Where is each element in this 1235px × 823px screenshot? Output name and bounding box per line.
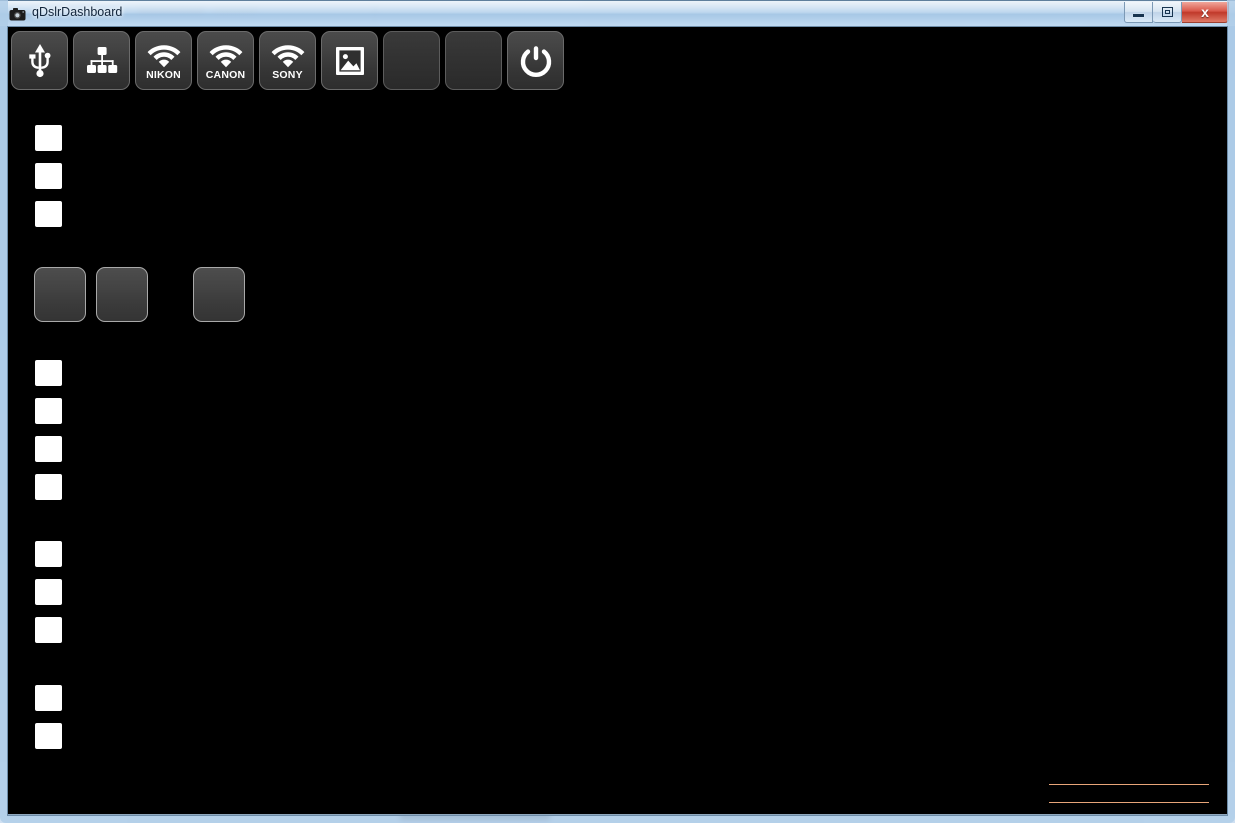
action-button-3[interactable] <box>193 267 245 322</box>
close-button[interactable]: x <box>1182 2 1229 23</box>
close-icon: x <box>1201 4 1209 20</box>
application-window: qDslrDashboard x NIKON CANON SONY <box>0 0 1235 823</box>
toolbar-empty-button-2[interactable] <box>445 31 502 90</box>
titlebar-gloss <box>0 1 1235 14</box>
minimize-button[interactable] <box>1124 2 1153 23</box>
title-bar[interactable]: qDslrDashboard x <box>0 0 1235 26</box>
restore-button[interactable] <box>1153 2 1182 23</box>
window-title: qDslrDashboard <box>32 5 123 19</box>
image-icon <box>335 46 364 75</box>
control-box[interactable] <box>35 685 62 711</box>
power-icon <box>520 45 551 77</box>
gallery-button[interactable] <box>321 31 378 90</box>
restore-icon <box>1161 7 1173 17</box>
control-group-5 <box>8 27 128 787</box>
control-box[interactable] <box>35 723 62 749</box>
footer-separator-line-2 <box>1049 802 1209 803</box>
minimize-icon <box>1133 14 1144 17</box>
footer-separator-line-1 <box>1049 784 1209 785</box>
application-canvas: NIKON CANON SONY <box>8 27 1227 815</box>
power-exit-button[interactable] <box>507 31 564 90</box>
toolbar-empty-button-1[interactable] <box>383 31 440 90</box>
window-controls: x <box>1124 2 1229 23</box>
camera-icon <box>9 8 26 21</box>
